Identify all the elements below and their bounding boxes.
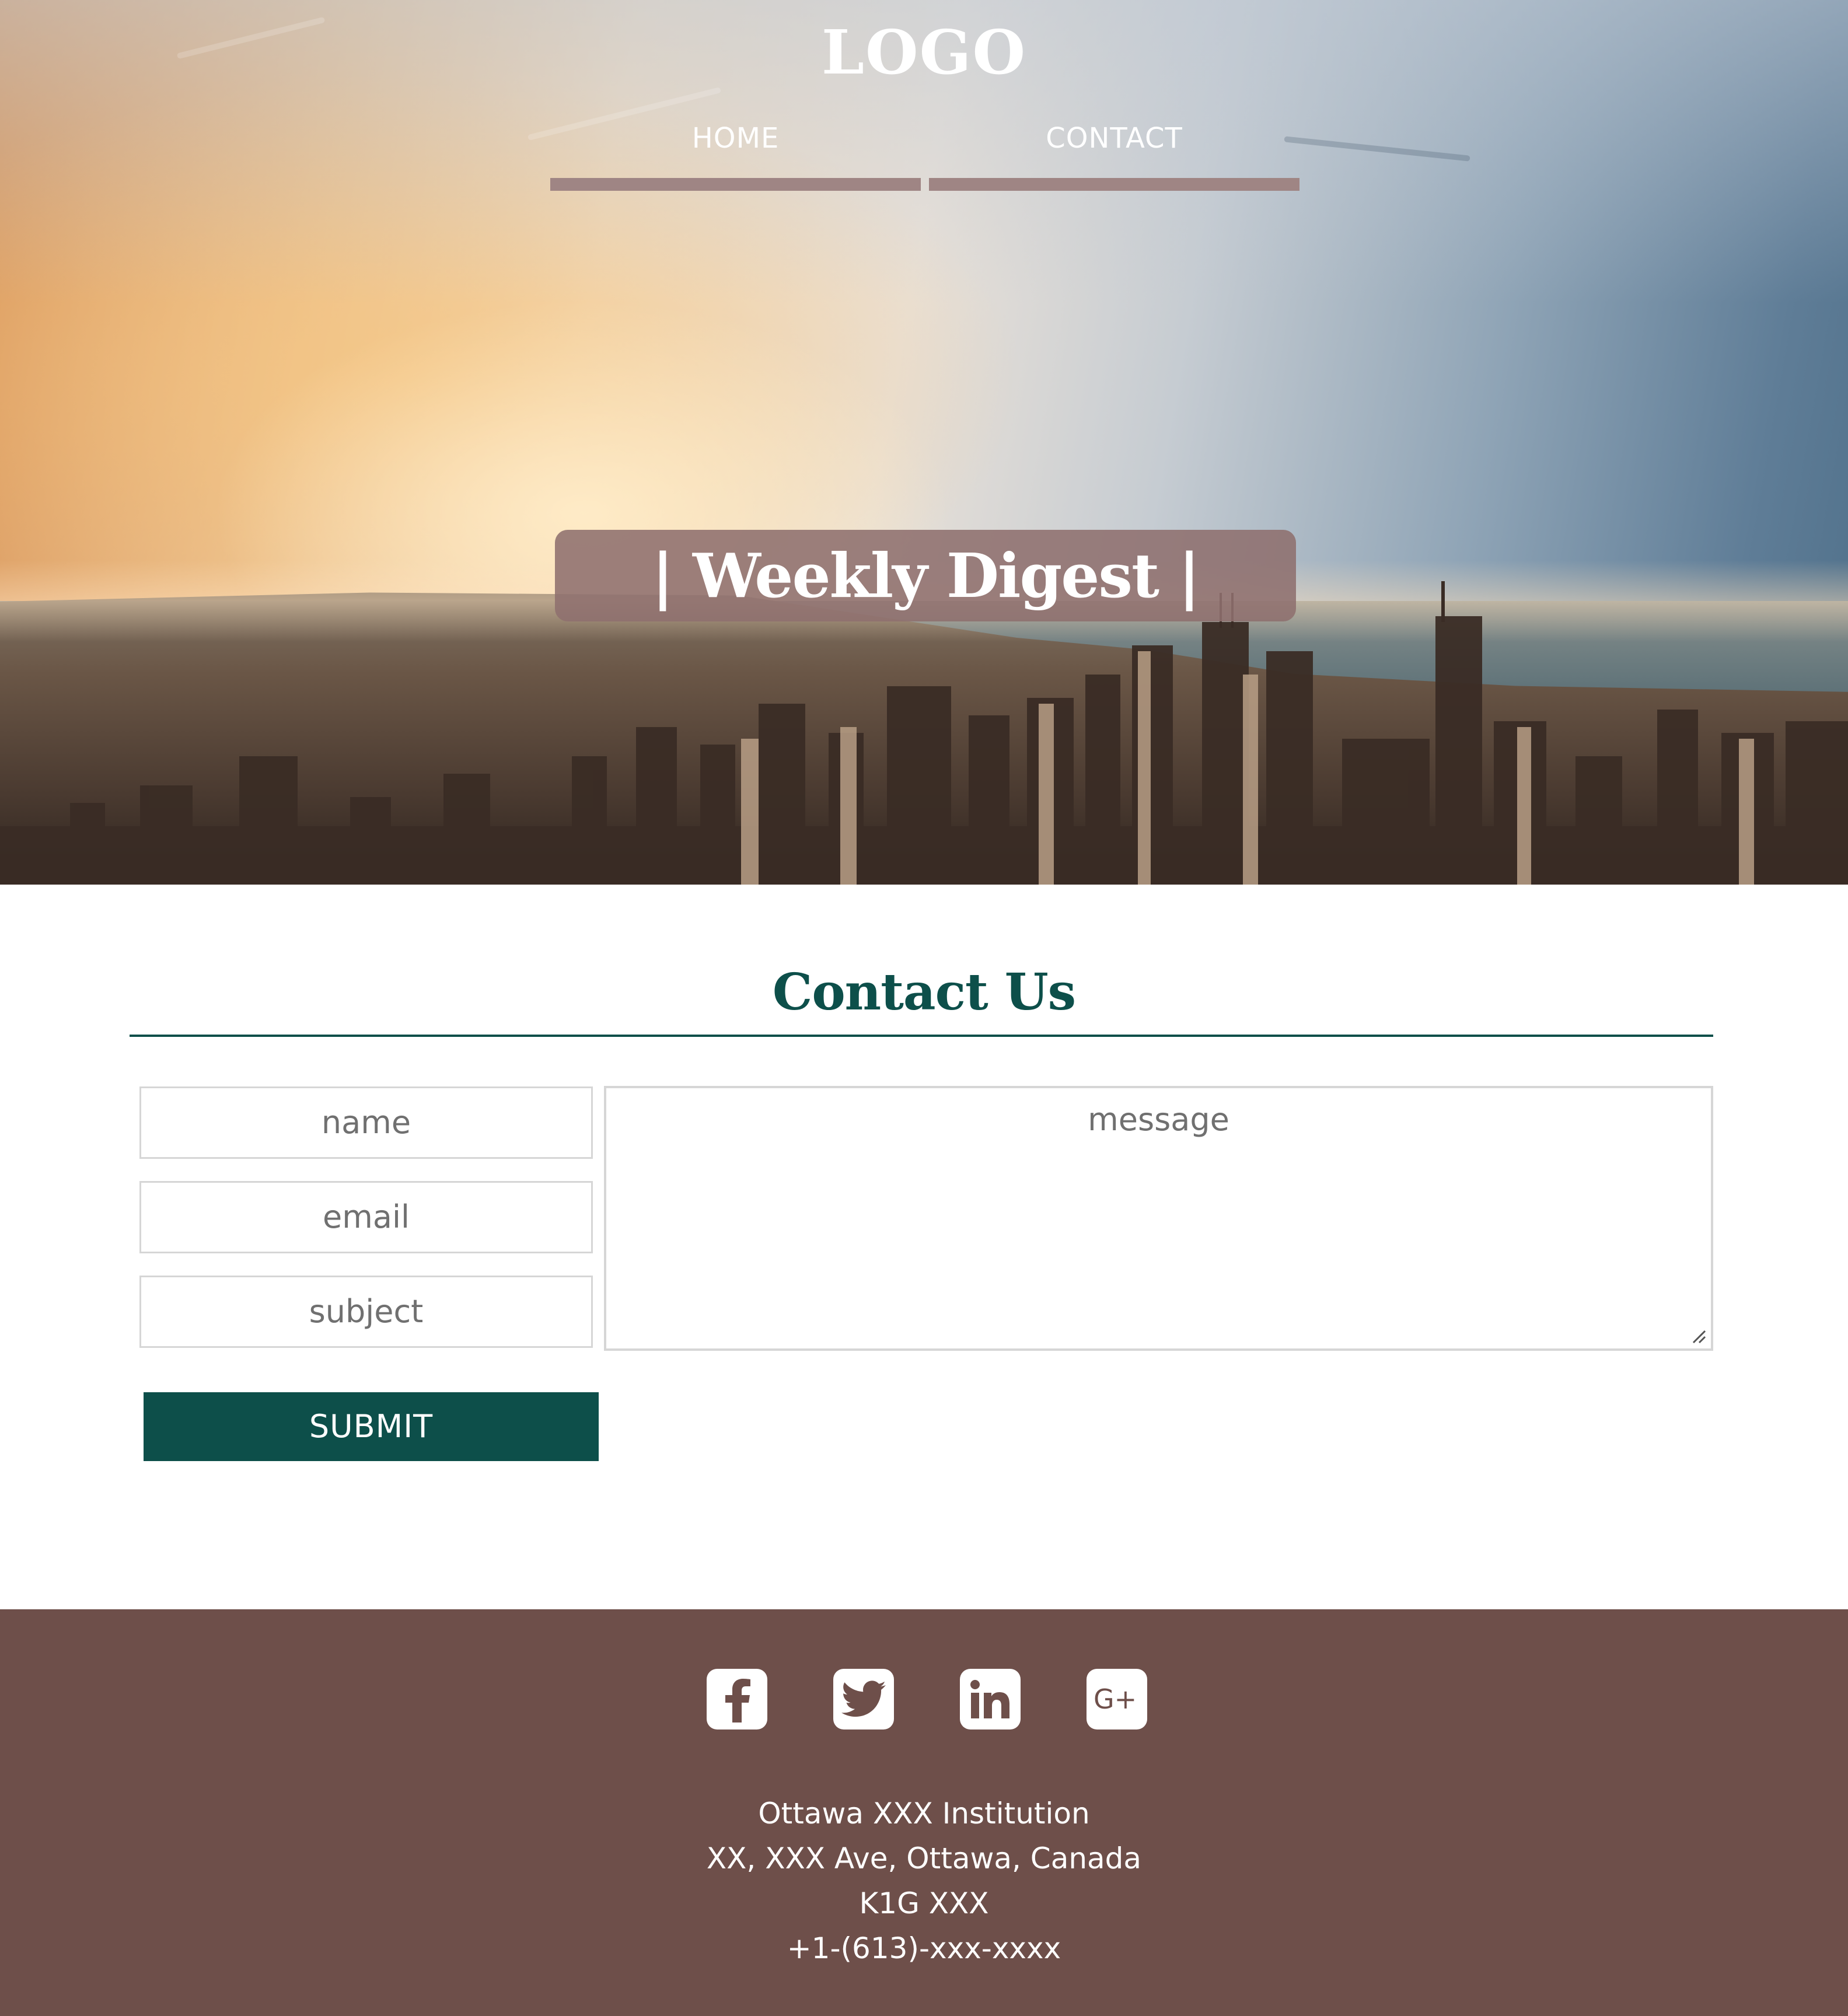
- contact-divider: [130, 1035, 1713, 1037]
- message-textarea[interactable]: message: [604, 1086, 1713, 1351]
- name-field[interactable]: name: [139, 1086, 593, 1159]
- google-plus-link[interactable]: G+: [1087, 1669, 1147, 1730]
- email-field[interactable]: email: [139, 1181, 593, 1253]
- weekly-digest-banner: | Weekly Digest |: [555, 530, 1296, 621]
- google-plus-text: G+: [1094, 1683, 1137, 1715]
- facebook-icon: [725, 1679, 750, 1722]
- facebook-link[interactable]: [707, 1669, 767, 1730]
- resize-handle-icon[interactable]: [1689, 1326, 1706, 1344]
- linkedin-link[interactable]: [960, 1669, 1021, 1730]
- footer-address: Ottawa XXX Institution XX, XXX Ave, Otta…: [0, 1791, 1848, 1971]
- nav-contact-underline: [929, 178, 1299, 191]
- subject-field[interactable]: subject: [139, 1276, 593, 1348]
- address-postal-code: K1G XXX: [859, 1886, 989, 1920]
- contact-us-heading: Contact Us: [772, 963, 1076, 1022]
- nav-contact-label[interactable]: CONTACT: [929, 114, 1299, 177]
- city-skyline: [0, 581, 1848, 885]
- nav-home-underline: [550, 178, 921, 191]
- nav-home[interactable]: HOME: [550, 114, 921, 191]
- hero-banner: LOGO HOME CONTACT | Weekly Digest |: [0, 0, 1848, 885]
- address-phone: +1-(613)-xxx-xxxx: [787, 1931, 1061, 1965]
- site-logo[interactable]: LOGO: [0, 16, 1848, 88]
- address-institution: Ottawa XXX Institution: [758, 1797, 1090, 1830]
- message-placeholder: message: [1088, 1101, 1229, 1138]
- twitter-icon: [841, 1680, 886, 1717]
- google-plus-icon: G+: [1094, 1683, 1137, 1715]
- twitter-link[interactable]: [833, 1669, 894, 1730]
- linkedin-icon: [970, 1680, 1009, 1718]
- nav-home-label[interactable]: HOME: [550, 114, 921, 177]
- footer: G+ Ottawa XXX Institution XX, XXX Ave, O…: [0, 1609, 1848, 2016]
- submit-button[interactable]: SUBMIT: [144, 1392, 599, 1461]
- nav-contact[interactable]: CONTACT: [929, 114, 1299, 191]
- address-street: XX, XXX Ave, Ottawa, Canada: [706, 1842, 1142, 1875]
